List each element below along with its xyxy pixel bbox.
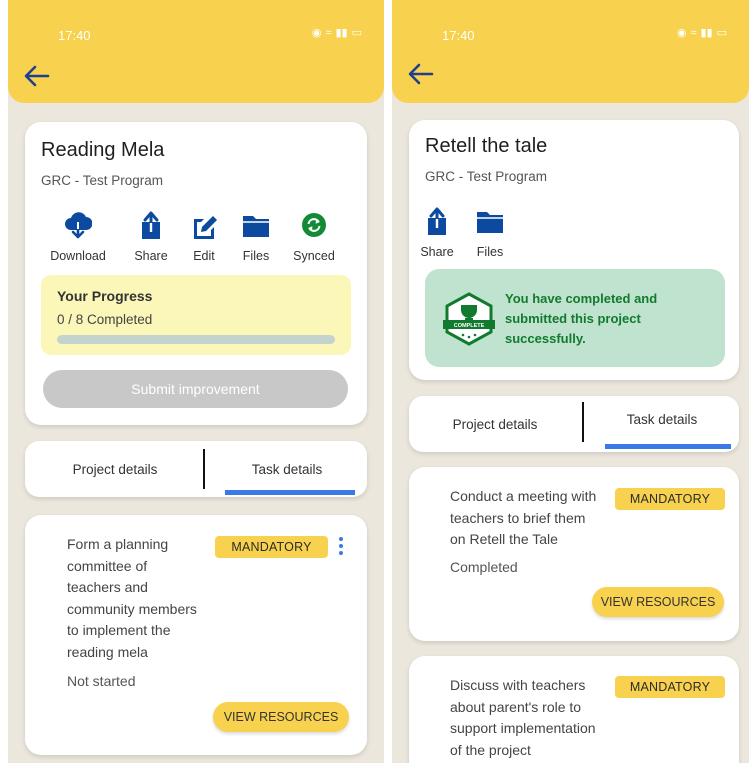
app-bar: 17:40 ◉ ≈ ▮▮ ▭ [392,0,749,103]
task-line: support implementation [450,720,596,736]
alarm-icon: ◉ [311,27,322,39]
task-status: Completed [450,559,518,575]
status-icons: ◉ ≈ ▮▮ ▭ [676,26,727,40]
status-icons: ◉ ≈ ▮▮ ▭ [311,26,362,40]
wifi-icon: ≈ [325,26,332,39]
tab-divider [203,449,205,489]
completion-line: submitted this project [505,311,641,326]
project-title: Reading Mela [41,139,165,161]
view-resources-button[interactable]: VIEW RESOURCES [213,702,349,732]
signal-icon: ▮▮ [335,27,348,39]
task-card: Discuss with teachers about parent's rol… [409,656,739,763]
project-card: Reading Mela GRC - Test Program Download… [25,122,367,425]
more-options-icon[interactable] [336,537,346,559]
task-line: teachers to brief them [450,509,586,526]
tab-project-details[interactable]: Project details [409,396,581,452]
edit-icon [194,216,217,239]
synced-label: Synced [293,249,335,263]
share-label: Share [420,245,454,259]
view-resources-button[interactable]: VIEW RESOURCES [592,587,724,617]
completion-banner: COMPLETE You have completed and submitte… [425,269,725,367]
status-time: 17:40 [442,28,475,43]
project-title: Retell the tale [425,135,548,157]
battery-icon: ▭ [351,27,362,39]
progress-panel: Your Progress 0 / 8 Completed [41,275,351,355]
task-card: Form a planning committee of teachers an… [25,515,367,755]
mandatory-badge: MANDATORY [615,488,725,510]
download-button[interactable]: Download [50,210,106,263]
completion-message: You have completed and submitted this pr… [505,289,705,349]
task-card: Conduct a meeting with teachers to brief… [409,467,739,641]
cloud-download-icon [65,212,92,239]
task-line: Discuss with teachers [450,677,586,693]
wifi-icon: ≈ [690,26,697,39]
right-screen: 17:40 ◉ ≈ ▮▮ ▭ Retell the tale GRC - Tes… [392,0,749,763]
task-description: Conduct a meeting with teachers to brief… [450,486,630,551]
task-description: Form a planning committee of teachers an… [67,534,232,663]
mandatory-badge: MANDATORY [215,536,328,558]
task-line: teachers and [67,579,148,595]
share-label: Share [134,249,168,263]
share-icon [428,207,446,235]
submit-improvement-button[interactable]: Submit improvement [43,370,348,408]
task-line: of the project [450,741,531,758]
folder-icon [243,216,269,237]
active-tab-indicator [605,444,731,449]
tab-project-details[interactable]: Project details [25,441,205,497]
files-label: Files [476,245,504,259]
edit-button[interactable]: Edit [176,210,232,263]
tab-bar: Project details Task details [25,441,367,497]
app-bar: 17:40 ◉ ≈ ▮▮ ▭ [8,0,384,103]
tab-bar: Project details Task details [409,396,739,452]
left-screen: 17:40 ◉ ≈ ▮▮ ▭ Reading Mela GRC - Test P… [8,0,384,763]
files-button[interactable]: Files [462,206,518,259]
folder-icon [477,212,503,233]
status-time: 17:40 [58,28,91,43]
task-line: Conduct a meeting with [450,488,597,504]
task-line: about parent's role to [450,698,582,715]
progress-bar [57,335,335,344]
completion-line: successfully. [505,331,586,346]
back-arrow-icon[interactable] [406,62,434,86]
task-line: to implement the [67,622,171,638]
alarm-icon: ◉ [676,27,687,39]
task-line: committee of [67,557,148,574]
share-button[interactable]: Share [409,206,465,259]
task-line: community members [67,600,197,617]
share-button[interactable]: Share [123,210,179,263]
sync-icon [302,213,326,237]
project-program: GRC - Test Program [425,169,548,184]
task-status: Not started [67,673,136,689]
progress-count: 0 / 8 Completed [57,312,153,327]
task-line: on Retell the Tale [450,531,558,547]
completion-line: You have completed and [505,291,658,306]
download-label: Download [50,249,106,263]
signal-icon: ▮▮ [700,27,713,39]
battery-icon: ▭ [716,27,727,39]
back-arrow-icon[interactable] [22,64,50,88]
tab-task-details[interactable]: Task details [207,441,367,497]
files-button[interactable]: Files [228,210,284,263]
edit-label: Edit [193,249,215,263]
active-tab-indicator [225,490,355,495]
synced-button[interactable]: Synced [286,210,342,263]
task-line: Form a planning [67,536,169,552]
complete-badge-icon: COMPLETE [443,292,495,346]
badge-text: COMPLETE [454,323,485,329]
progress-title: Your Progress [57,288,153,304]
project-card: Retell the tale GRC - Test Program Share… [409,120,739,380]
tab-divider [582,402,584,442]
files-label: Files [242,249,270,263]
mandatory-badge: MANDATORY [615,676,725,698]
share-icon [142,211,160,239]
task-line: reading mela [67,643,148,660]
project-program: GRC - Test Program [41,173,164,188]
task-description: Discuss with teachers about parent's rol… [450,675,640,761]
